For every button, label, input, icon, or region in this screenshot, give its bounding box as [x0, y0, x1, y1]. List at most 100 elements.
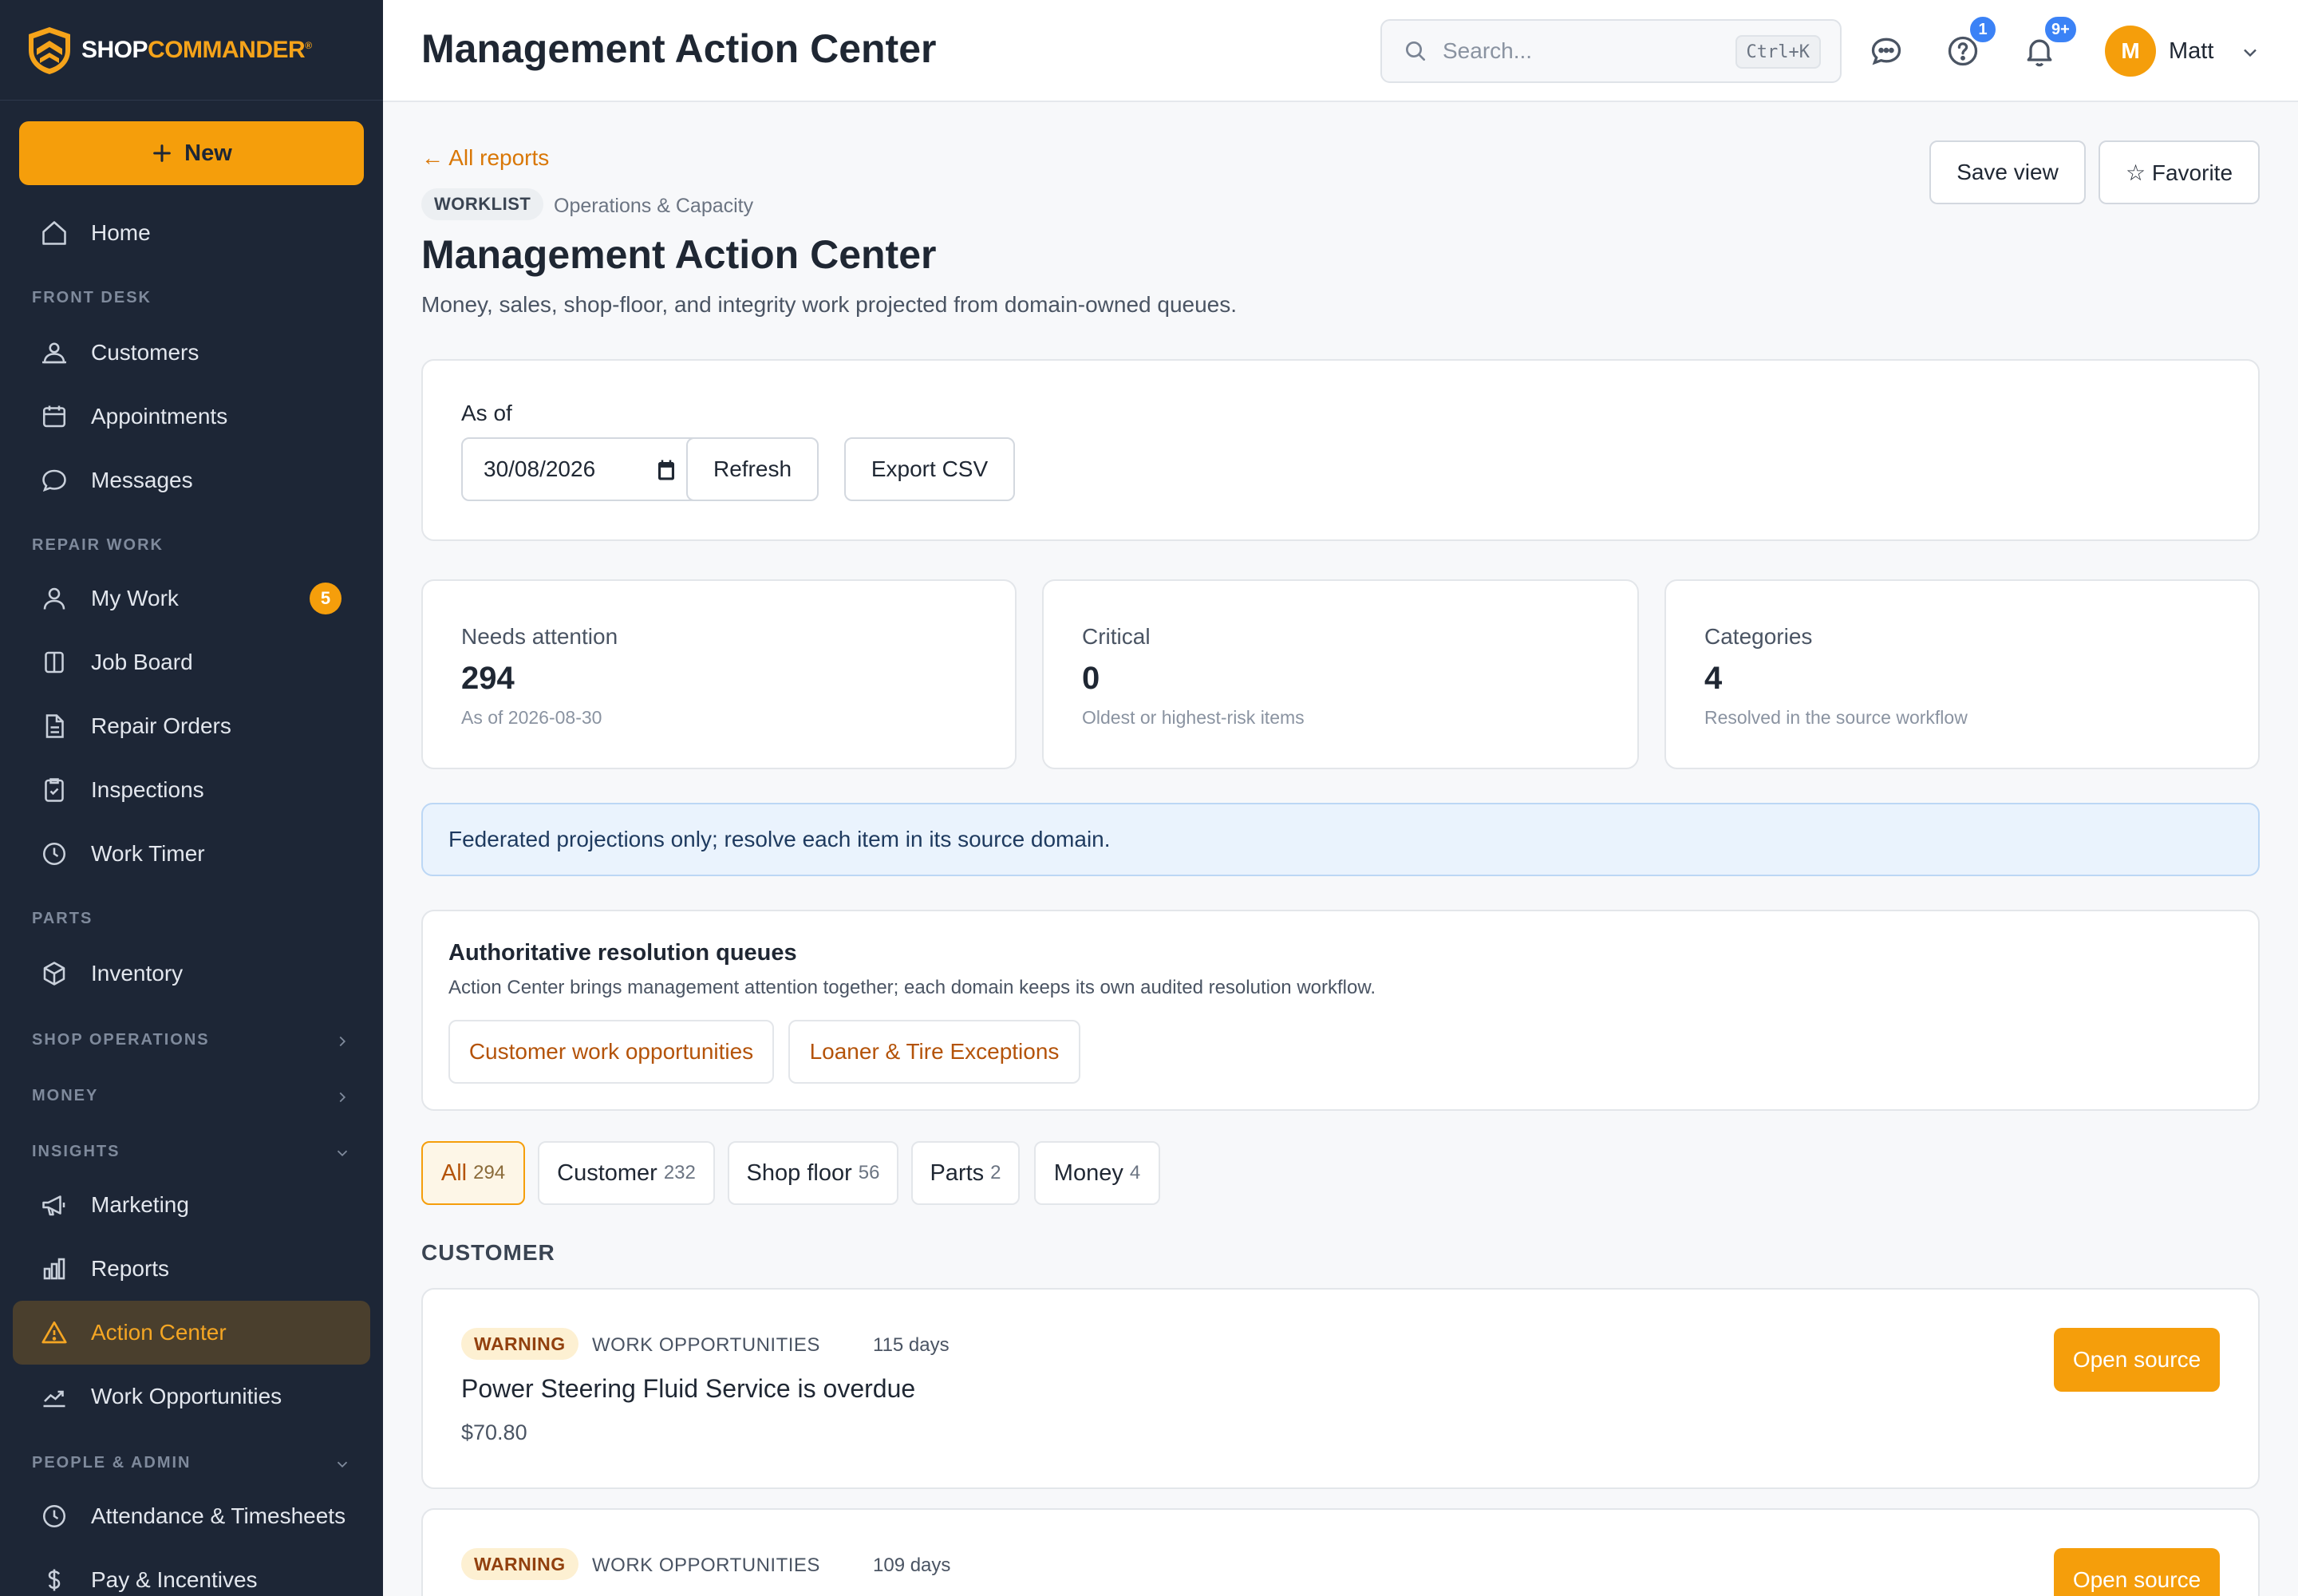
- section-toggle-money[interactable]: MONEY: [32, 1087, 98, 1105]
- chevron-down-icon[interactable]: [334, 1456, 351, 1473]
- chevron-right-icon[interactable]: [334, 1088, 351, 1106]
- help-count-badge: 1: [1968, 14, 1998, 45]
- sidebar-item-work-timer[interactable]: Work Timer: [13, 822, 370, 886]
- sidebar-item-label: Job Board: [91, 650, 193, 674]
- clipboard-check-icon: [45, 778, 64, 802]
- stat-note: Oldest or highest-risk items: [1082, 707, 1305, 728]
- export-csv-button[interactable]: Export CSV: [844, 437, 1015, 501]
- sidebar-item-customers[interactable]: Customers: [13, 321, 370, 385]
- queues-title: Authoritative resolution queues: [448, 940, 797, 966]
- save-view-button[interactable]: Save view: [1929, 140, 2086, 204]
- filter-money[interactable]: Money 4: [1034, 1141, 1160, 1205]
- user-icon: [43, 587, 65, 610]
- calendar-icon[interactable]: [654, 458, 678, 482]
- work-item-age: 109 days: [873, 1555, 951, 1576]
- chevron-down-icon[interactable]: [334, 1144, 351, 1162]
- sidebar: SHOPCOMMANDER® New Home FRONT DESK Custo…: [0, 0, 383, 1596]
- customers-icon: [42, 342, 66, 364]
- board-columns-icon: [45, 651, 64, 674]
- stat-label: Categories: [1704, 624, 1813, 649]
- clock-icon: [42, 842, 66, 866]
- sidebar-item-label: Marketing: [91, 1192, 189, 1217]
- section-toggle-shop-operations[interactable]: SHOP OPERATIONS: [32, 1031, 210, 1049]
- new-button[interactable]: New: [19, 121, 364, 185]
- page-subtitle: Money, sales, shop-floor, and integrity …: [421, 292, 1238, 317]
- refresh-button[interactable]: Refresh: [686, 437, 819, 501]
- filter-count: 294: [473, 1162, 506, 1183]
- dollar-icon: [48, 1569, 61, 1591]
- top-bar-title: Management Action Center: [421, 26, 937, 71]
- sidebar-item-attendance[interactable]: Attendance & Timesheets: [13, 1484, 370, 1548]
- sidebar-item-action-center[interactable]: Action Center: [13, 1301, 370, 1365]
- search-icon: [1406, 41, 1425, 61]
- work-item-title: Power Steering Fluid Service is overdue: [461, 1374, 916, 1403]
- brand-logo[interactable]: SHOPCOMMANDER®: [0, 0, 383, 101]
- sidebar-item-label: Repair Orders: [91, 713, 231, 738]
- all-reports-link[interactable]: ← All reports: [421, 145, 549, 171]
- sidebar-item-label: Home: [91, 220, 151, 245]
- loaner-tire-exceptions-link[interactable]: Loaner & Tire Exceptions: [788, 1020, 1080, 1084]
- sidebar-item-label: Reports: [91, 1256, 170, 1281]
- sidebar-item-reports[interactable]: Reports: [13, 1237, 370, 1301]
- my-work-count-badge: 5: [310, 583, 342, 614]
- report-context: Operations & Capacity: [554, 195, 754, 217]
- page-title: Management Action Center: [421, 232, 937, 277]
- open-source-button[interactable]: Open source: [2054, 1328, 2220, 1392]
- section-toggle-people-admin[interactable]: PEOPLE & ADMIN: [32, 1454, 192, 1472]
- filter-count: 56: [858, 1162, 880, 1183]
- work-item-card: WARNING WORK OPPORTUNITIES 109 days Open…: [421, 1508, 2260, 1596]
- sidebar-item-inventory[interactable]: Inventory: [13, 942, 370, 1005]
- filter-label: Customer: [557, 1159, 657, 1186]
- severity-badge: WARNING: [461, 1548, 578, 1580]
- sidebar-item-inspections[interactable]: Inspections: [13, 758, 370, 822]
- box-icon: [43, 962, 65, 986]
- filter-shop-floor[interactable]: Shop floor 56: [728, 1141, 898, 1205]
- sidebar-item-job-board[interactable]: Job Board: [13, 630, 370, 694]
- work-item-card: WARNING WORK OPPORTUNITIES 115 days Powe…: [421, 1288, 2260, 1489]
- as-of-date-input[interactable]: 30/08/2026: [461, 437, 701, 501]
- search-box[interactable]: Ctrl+K: [1380, 19, 1842, 83]
- severity-badge: WARNING: [461, 1328, 578, 1360]
- filter-all[interactable]: All 294: [421, 1141, 525, 1205]
- stat-value: 4: [1704, 661, 1723, 696]
- sidebar-item-repair-orders[interactable]: Repair Orders: [13, 694, 370, 758]
- sidebar-item-pay[interactable]: Pay & Incentives: [13, 1548, 370, 1596]
- favorite-button[interactable]: ☆ Favorite: [2099, 140, 2260, 204]
- filter-parts[interactable]: Parts 2: [911, 1141, 1020, 1205]
- section-toggle-insights[interactable]: INSIGHTS: [32, 1143, 120, 1161]
- sidebar-item-label: Inventory: [91, 961, 184, 986]
- resolution-queues-card: Authoritative resolution queues Action C…: [421, 910, 2260, 1111]
- filter-label: All: [440, 1159, 468, 1186]
- stat-note: As of 2026-08-30: [461, 707, 602, 728]
- section-label-parts: PARTS: [32, 910, 93, 927]
- search-input[interactable]: [1443, 38, 1714, 64]
- filter-customer[interactable]: Customer 232: [538, 1141, 715, 1205]
- chevron-down-icon[interactable]: [2239, 41, 2261, 64]
- sidebar-item-label: Appointments: [91, 404, 228, 429]
- sidebar-item-marketing[interactable]: Marketing: [13, 1173, 370, 1237]
- open-source-button[interactable]: Open source: [2054, 1548, 2220, 1596]
- sidebar-item-work-opportunities[interactable]: Work Opportunities: [13, 1365, 370, 1428]
- stat-card-critical: Critical 0 Oldest or highest-risk items: [1042, 579, 1639, 769]
- as-of-label: As of: [461, 401, 512, 425]
- document-icon: [45, 714, 64, 738]
- filter-count: 2: [990, 1162, 1001, 1183]
- message-bubble-icon: [42, 469, 66, 492]
- chat-icon[interactable]: [1869, 34, 1904, 69]
- sidebar-item-label: Pay & Incentives: [91, 1567, 258, 1592]
- customer-work-opportunities-link[interactable]: Customer work opportunities: [448, 1020, 774, 1084]
- sidebar-item-my-work[interactable]: My Work 5: [13, 567, 370, 630]
- sidebar-item-messages[interactable]: Messages: [13, 448, 370, 512]
- chevron-right-icon[interactable]: [334, 1033, 351, 1050]
- work-item-amount: $70.80: [461, 1420, 527, 1444]
- user-name[interactable]: Matt: [2169, 38, 2213, 65]
- main-content: ← All reports WORKLIST Operations & Capa…: [383, 104, 2298, 1596]
- sidebar-item-appointments[interactable]: Appointments: [13, 385, 370, 448]
- worklist-tag: WORKLIST: [421, 188, 544, 220]
- sidebar-item-label: Action Center: [91, 1320, 227, 1345]
- sidebar-item-label: Work Opportunities: [91, 1384, 282, 1408]
- filter-label: Parts: [930, 1159, 985, 1186]
- sidebar-item-home[interactable]: Home: [13, 201, 370, 265]
- avatar[interactable]: M: [2105, 26, 2156, 77]
- info-banner: Federated projections only; resolve each…: [421, 803, 2260, 876]
